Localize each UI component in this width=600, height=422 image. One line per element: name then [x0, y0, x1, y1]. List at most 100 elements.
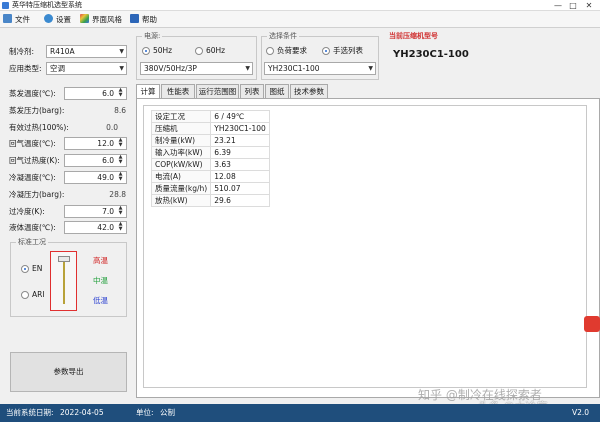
menu-settings[interactable]: 设置	[44, 13, 71, 26]
spin-arrows-icon[interactable]: ▲ ▼	[116, 138, 125, 149]
tab-content: 设定工况 6 / 49℃ 压缩机 YH230C1-100 制冷量(kW) 23.21 …	[136, 98, 600, 398]
temp-level-slider[interactable]	[50, 251, 77, 311]
spin-arrows-icon[interactable]: ▲ ▼	[116, 222, 125, 233]
tab-performance[interactable]: 性能表	[161, 84, 195, 98]
evap-temp-input[interactable]: 6.0 ▲ ▼	[64, 87, 127, 100]
power-select[interactable]: 380V/50Hz/3P ▼	[140, 62, 253, 75]
freq-50-radio[interactable]	[142, 47, 150, 55]
result-key: 制冷量(kW)	[150, 134, 212, 147]
table-row: 放热(kW) 29.6	[150, 193, 270, 207]
result-key: 质量流量(kg/h)	[150, 181, 212, 195]
tab-drawing[interactable]: 图纸	[265, 84, 289, 98]
superheat-input[interactable]: 6.0 ▲ ▼	[64, 154, 127, 167]
power-select-value: 380V/50Hz/3P	[144, 64, 197, 73]
cond-temp-input[interactable]: 49.0 ▲ ▼	[64, 171, 127, 184]
app-window: 英华特压缩机选型系统 — □ ✕ 文件 设置 界面风格 帮助 制冷剂: R410…	[0, 0, 600, 422]
app-type-select[interactable]: 空调 ▼	[46, 62, 127, 75]
table-row: 质量流量(kg/h) 510.07	[150, 181, 270, 195]
table-row: 输入功率(kW) 6.39	[150, 146, 270, 159]
result-key: 压缩机	[150, 122, 212, 135]
close-button[interactable]: ✕	[584, 0, 594, 11]
freq-50-label: 50Hz	[153, 46, 173, 55]
app-type-label: 应用类型:	[9, 64, 42, 73]
cond-manual-radio[interactable]	[322, 47, 330, 55]
menu-file-label: 文件	[15, 15, 30, 24]
date-value: 2022-04-05	[60, 408, 104, 417]
param-value: 6.0	[102, 89, 114, 98]
param-value: 7.0	[102, 207, 114, 216]
param-value: 8.6	[114, 106, 126, 115]
result-value: 6 / 49℃	[210, 110, 270, 123]
param-label: 蒸发压力(barg):	[9, 106, 65, 115]
return-gas-temp-input[interactable]: 12.0 ▲ ▼	[64, 137, 127, 150]
param-label: 回气过热度(K):	[9, 156, 60, 165]
minimize-button[interactable]: —	[553, 0, 563, 11]
help-icon	[130, 14, 139, 23]
param-value: 6.0	[102, 156, 114, 165]
low-temp-label: 低温	[93, 296, 108, 305]
export-params-button[interactable]: 参数导出	[10, 352, 127, 392]
refrigerant-select[interactable]: R410A ▼	[46, 45, 127, 58]
gear-icon	[44, 14, 53, 23]
tab-calc[interactable]: 计算	[136, 84, 160, 99]
freq-60-radio[interactable]	[195, 47, 203, 55]
result-key: 输入功率(kW)	[150, 146, 212, 159]
maximize-button[interactable]: □	[568, 0, 578, 11]
liquid-temp-input[interactable]: 42.0 ▲ ▼	[64, 221, 127, 234]
menu-ui-style[interactable]: 界面风格	[80, 13, 122, 26]
menu-file[interactable]: 文件	[3, 13, 30, 26]
cond-load-label: 负荷要求	[277, 46, 307, 55]
refrigerant-value: R410A	[50, 47, 75, 56]
param-value: 42.0	[97, 223, 114, 232]
result-value: 12.08	[210, 169, 270, 183]
table-row: 电流(A) 12.08	[150, 169, 270, 183]
en-radio[interactable]	[21, 265, 29, 273]
app-type-value: 空调	[50, 64, 65, 73]
ari-label: ARI	[32, 290, 45, 299]
window-title: 英华特压缩机选型系统	[12, 1, 82, 9]
subcool-input[interactable]: 7.0 ▲ ▼	[64, 205, 127, 218]
file-icon	[3, 14, 12, 23]
param-label: 冷凝压力(barg):	[9, 190, 65, 199]
spin-arrows-icon[interactable]: ▲ ▼	[116, 88, 125, 99]
slider-thumb[interactable]	[58, 256, 70, 262]
menu-help-label: 帮助	[142, 15, 157, 24]
palette-icon	[80, 14, 89, 23]
table-row: 设定工况 6 / 49℃	[150, 110, 270, 123]
chevron-down-icon: ▼	[119, 48, 124, 55]
freq-60-label: 60Hz	[206, 46, 226, 55]
spin-arrows-icon[interactable]: ▲ ▼	[116, 172, 125, 183]
spin-arrows-icon[interactable]: ▲ ▼	[116, 155, 125, 166]
current-model-title: 当前压缩机型号	[387, 31, 440, 41]
results-table: 设定工况 6 / 49℃ 压缩机 YH230C1-100 制冷量(kW) 23.21 …	[150, 110, 270, 207]
spin-arrows-icon[interactable]: ▲ ▼	[116, 206, 125, 217]
model-select[interactable]: YH230C1-100 ▼	[264, 62, 376, 75]
result-key: 设定工况	[150, 110, 212, 123]
result-value: 510.07	[210, 181, 270, 195]
result-value: 29.6	[210, 193, 270, 207]
menu-bar: 文件 设置 界面风格 帮助	[0, 11, 600, 28]
cond-load-radio[interactable]	[266, 47, 274, 55]
tab-tech-params[interactable]: 技术参数	[290, 84, 328, 98]
param-label: 过冷度(K):	[9, 207, 45, 216]
menu-help[interactable]: 帮助	[130, 13, 157, 26]
en-label: EN	[32, 264, 43, 273]
title-bar: 英华特压缩机选型系统 — □ ✕	[0, 0, 600, 11]
version-text: V2.0	[572, 408, 590, 417]
ari-radio[interactable]	[21, 291, 29, 299]
tab-list[interactable]: 列表	[240, 84, 264, 98]
chevron-down-icon: ▼	[119, 65, 124, 72]
unit-value: 公制	[160, 408, 175, 417]
chevron-down-icon: ▼	[245, 65, 250, 72]
tab-operating-range[interactable]: 运行范围图	[196, 84, 239, 98]
table-row: COP(kW/kW) 3.63	[150, 158, 270, 171]
power-group-title: 电源:	[142, 31, 163, 41]
menu-ui-style-label: 界面风格	[92, 15, 122, 24]
watermark-logo-icon	[584, 316, 600, 332]
slider-track	[63, 258, 65, 304]
result-value: YH230C1-100	[210, 122, 270, 135]
chevron-down-icon: ▼	[368, 65, 373, 72]
table-row: 压缩机 YH230C1-100	[150, 122, 270, 135]
high-temp-label: 高温	[93, 256, 108, 265]
param-label: 冷凝温度(℃):	[9, 173, 56, 182]
